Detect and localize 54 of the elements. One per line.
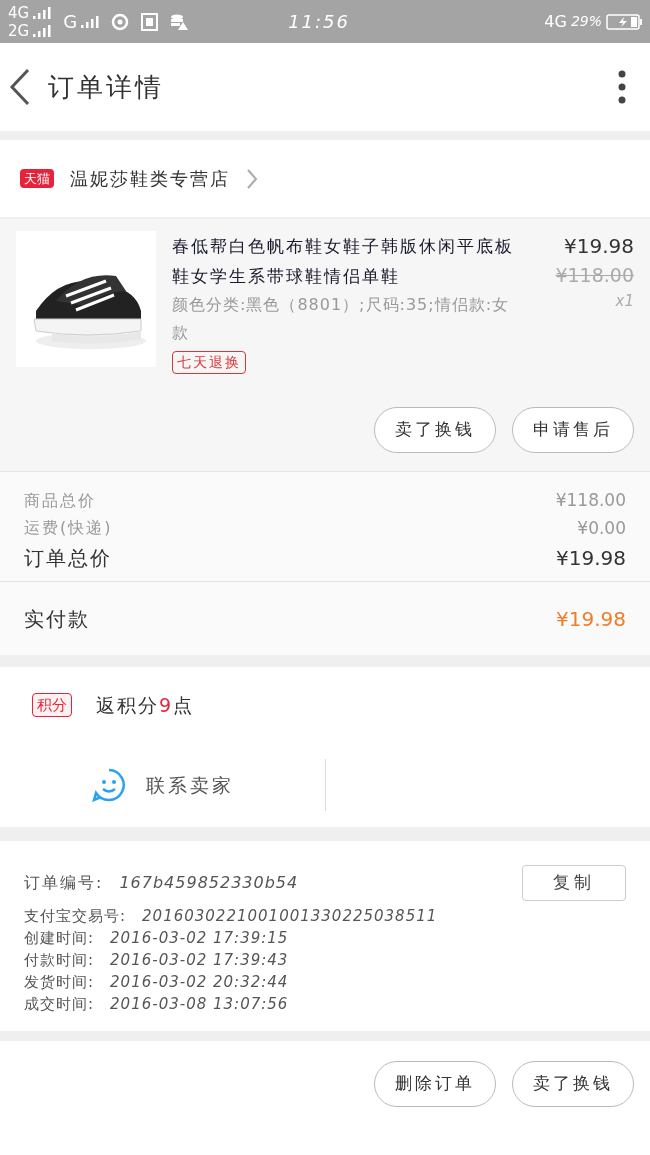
delete-order-button[interactable]: 删除订单 — [374, 1061, 496, 1107]
more-icon[interactable] — [618, 70, 626, 104]
network-label: 4G — [544, 10, 567, 33]
points-badge: 积分 — [32, 692, 72, 718]
store-badge: 天猫 — [20, 168, 54, 189]
product-title: 春低帮白色帆布鞋女鞋子韩版休闲平底板鞋女学生系带球鞋情侣单鞋 — [172, 235, 515, 288]
summary-label: 运费(快递) — [24, 517, 113, 540]
copy-button[interactable]: 复制 — [522, 865, 626, 901]
store-row[interactable]: 天猫 温妮莎鞋类专营店 — [0, 140, 650, 217]
order-number-label: 订单编号: — [24, 872, 104, 894]
network-label: 4G — [8, 3, 30, 22]
battery-percent: 29% — [570, 12, 602, 31]
app-notification-icon — [111, 12, 130, 31]
info-label: 成交时间: — [24, 993, 95, 1015]
summary-label: 商品总价 — [24, 489, 96, 512]
chevron-right-icon — [246, 167, 258, 190]
database-warning-icon — [170, 12, 189, 31]
paid-label: 实付款 — [24, 605, 90, 633]
paid-amount: ¥19.98 — [556, 605, 626, 633]
info-value: 2016030221001001330225038511 — [142, 905, 438, 927]
info-value: 2016-03-02 20:32:44 — [110, 971, 289, 993]
order-number: 167b459852330b54 — [119, 872, 299, 894]
info-label: 发货时间: — [24, 971, 95, 993]
info-value: 2016-03-08 13:07:56 — [110, 993, 289, 1015]
back-icon[interactable] — [8, 68, 32, 106]
summary-value: ¥19.98 — [556, 545, 626, 572]
product-specs: 颜色分类:黑色（8801）;尺码:35;情侣款:女款 — [172, 294, 511, 344]
store-name: 温妮莎鞋类专营店 — [70, 167, 230, 191]
info-value: 2016-03-02 17:39:15 — [110, 927, 289, 949]
resell-button[interactable]: 卖了换钱 — [374, 407, 496, 453]
resell-button[interactable]: 卖了换钱 — [512, 1061, 634, 1107]
signal-icon — [81, 15, 100, 28]
signal-icon — [33, 6, 52, 19]
product-quantity: x1 — [615, 290, 634, 312]
info-label: 付款时间: — [24, 949, 95, 971]
signal-icon — [33, 24, 52, 37]
document-icon — [141, 12, 159, 31]
info-label: 创建时间: — [24, 927, 95, 949]
network-label: 2G — [8, 21, 30, 40]
network-label: G — [63, 10, 78, 34]
summary-value: ¥0.00 — [577, 516, 626, 540]
summary-value: ¥118.00 — [555, 489, 626, 512]
return-policy-tag: 七天退换 — [172, 351, 246, 374]
battery-charging-icon — [606, 13, 642, 30]
points-text: 返积分 9 点 — [96, 692, 195, 718]
summary-label: 订单总价 — [24, 545, 112, 572]
page-title: 订单详情 — [48, 70, 164, 104]
original-price: ¥118.00 — [555, 263, 634, 288]
info-label: 支付宝交易号: — [24, 905, 127, 927]
chat-face-icon — [91, 768, 126, 802]
info-value: 2016-03-02 17:39:43 — [110, 949, 289, 971]
product-price: ¥19.98 — [564, 233, 634, 260]
after-sales-button[interactable]: 申请售后 — [512, 407, 634, 453]
clock-time: 11:56 — [288, 10, 350, 34]
